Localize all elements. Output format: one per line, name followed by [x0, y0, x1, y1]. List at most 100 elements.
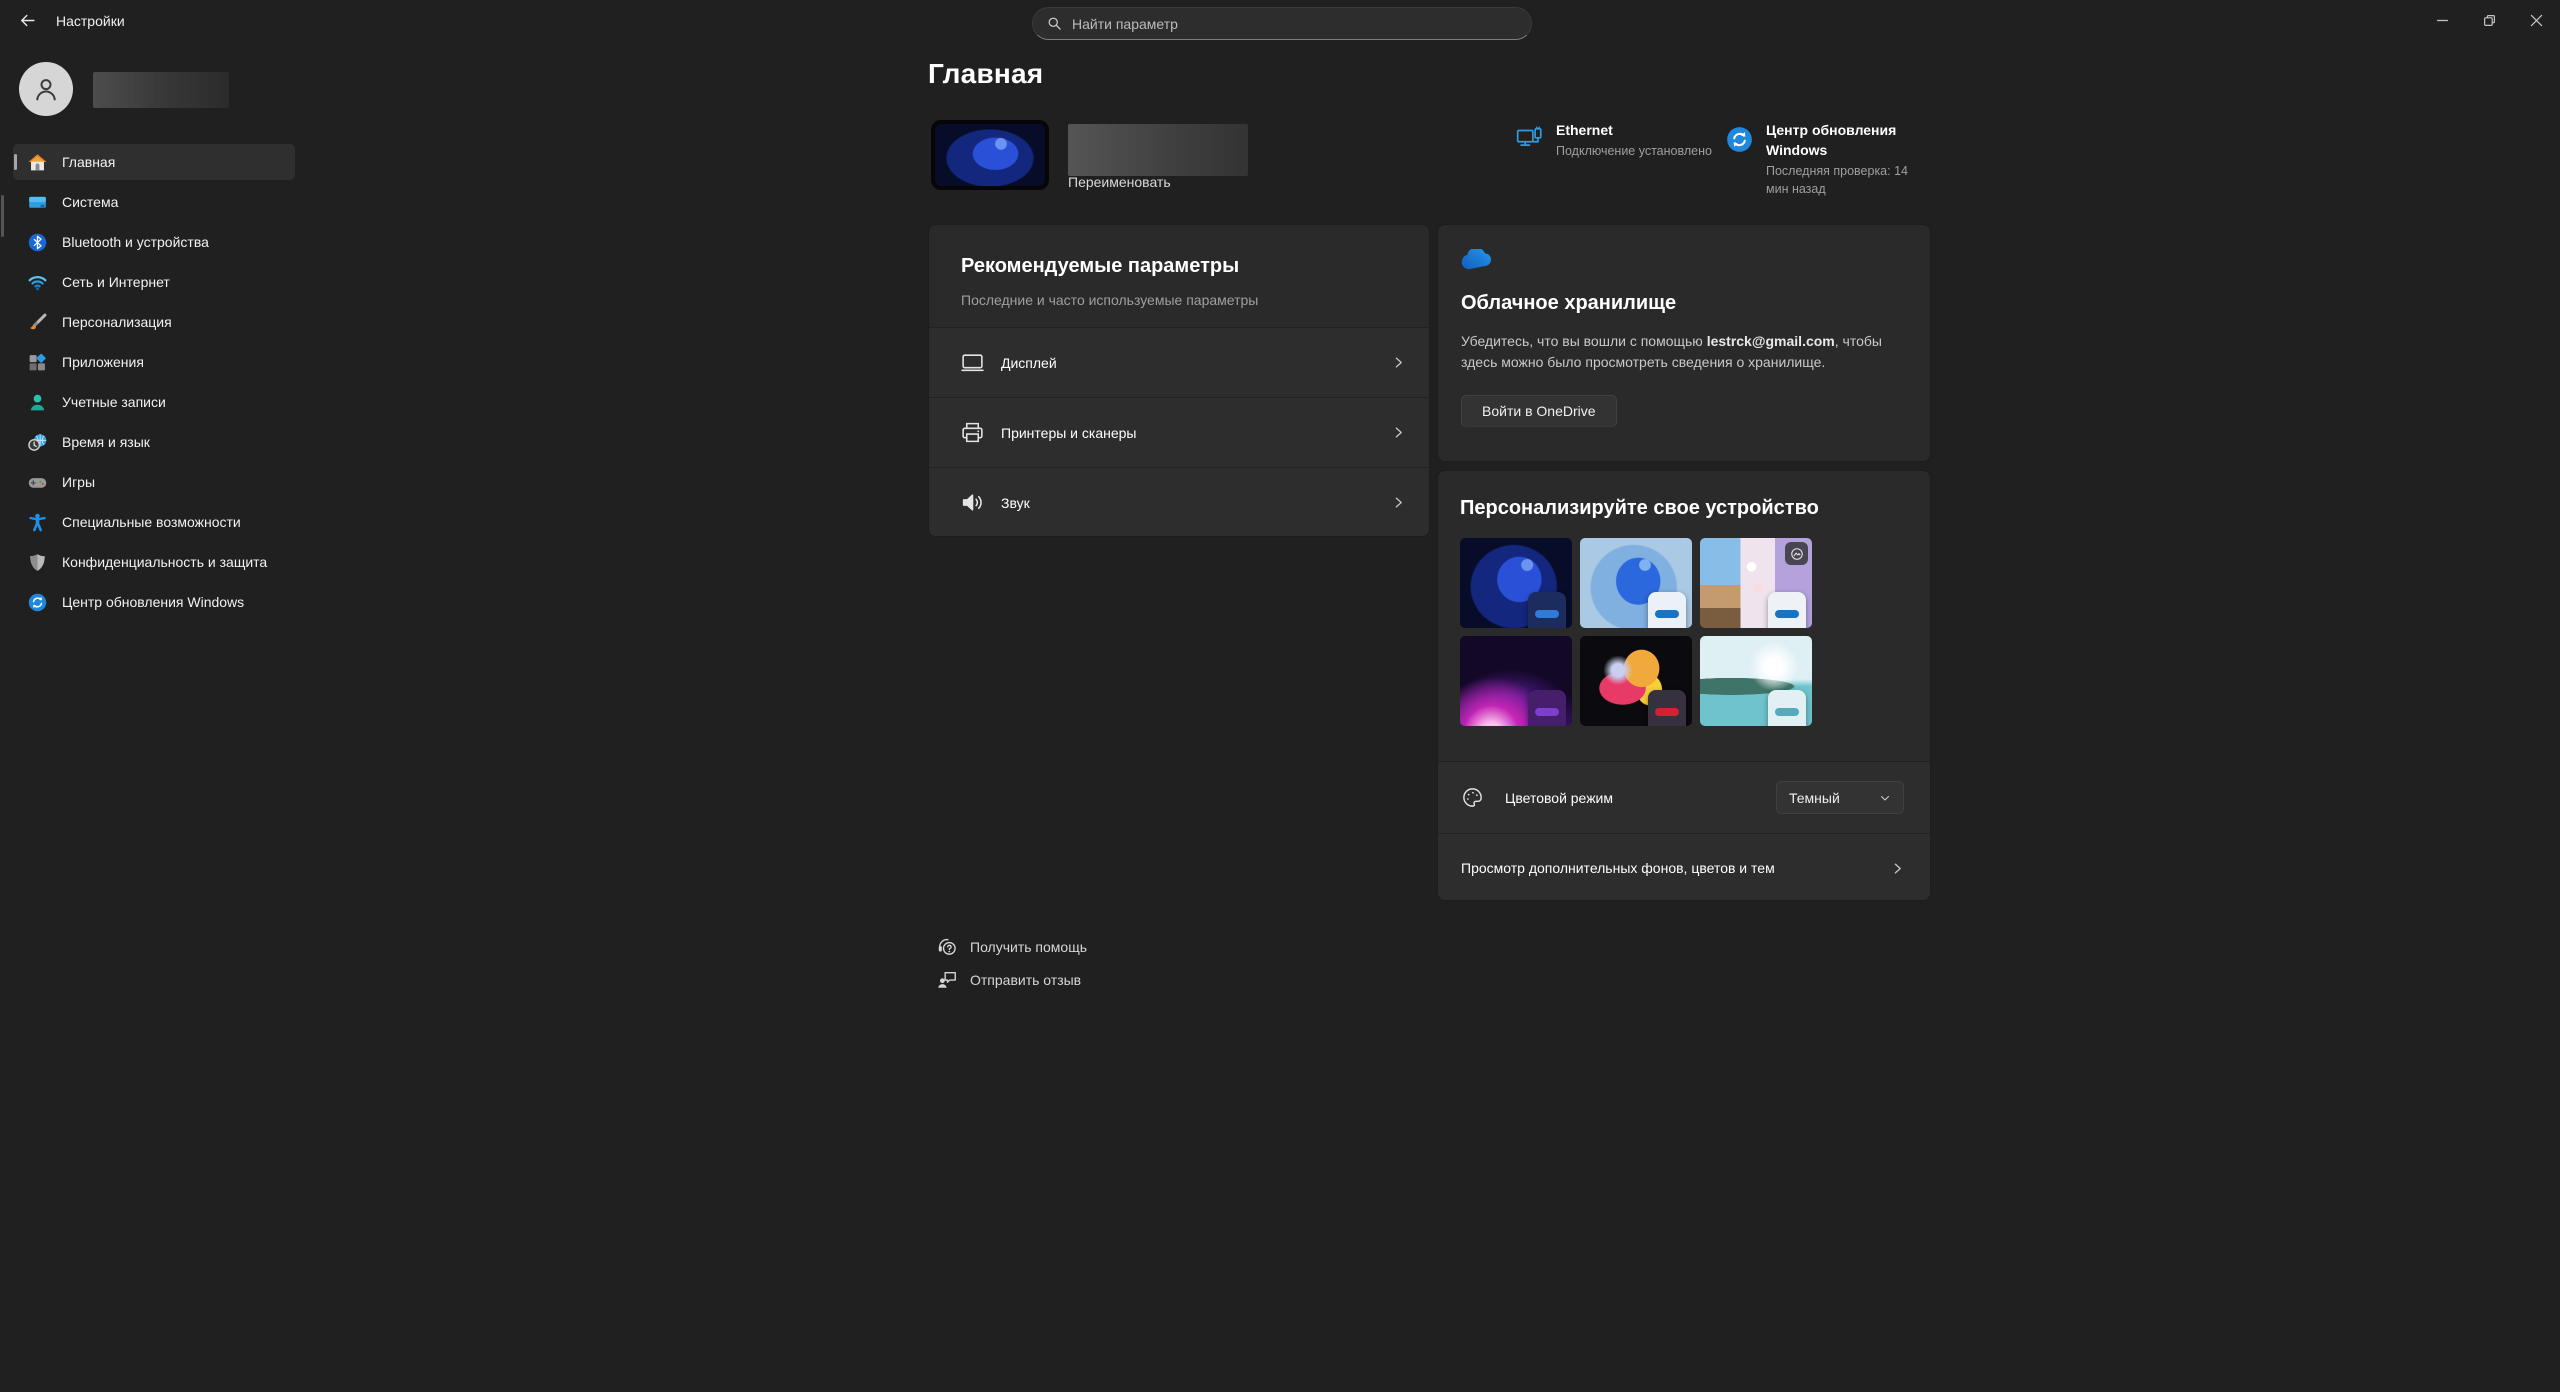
search-placeholder: Найти параметр: [1072, 16, 1178, 32]
sidebar-item-gaming[interactable]: Игры: [13, 464, 295, 500]
ethernet-status-card[interactable]: Ethernet Подключение установлено: [1516, 120, 1726, 160]
sidebar-item-label: Система: [62, 194, 118, 210]
sidebar-item-label: Главная: [62, 154, 115, 170]
cloud-storage-title: Облачное хранилище: [1461, 292, 1907, 315]
chevron-right-icon: [1891, 862, 1904, 875]
home-icon: [26, 151, 48, 173]
row-label: Дисплей: [1001, 355, 1392, 371]
rename-device-button[interactable]: Переименовать: [1068, 174, 1171, 190]
device-name-redacted: [1068, 124, 1248, 176]
chevron-right-icon: [1392, 426, 1405, 439]
sidebar-item-label: Специальные возможности: [62, 514, 241, 530]
shield-icon: [26, 551, 48, 573]
help-headset-icon: [935, 936, 959, 958]
theme-thumbnail-collage[interactable]: [1700, 538, 1812, 628]
time-language-icon: [26, 431, 48, 453]
browse-themes-label: Просмотр дополнительных фонов, цветов и …: [1461, 860, 1891, 876]
page-title: Главная: [928, 58, 1043, 90]
ethernet-title: Ethernet: [1556, 120, 1712, 140]
ethernet-icon: [1516, 126, 1546, 160]
back-arrow-icon: [19, 12, 36, 29]
search-icon: [1047, 16, 1062, 31]
sidebar-item-privacy[interactable]: Конфиденциальность и защита: [13, 544, 295, 580]
account-icon: [26, 391, 48, 413]
sidebar-item-apps[interactable]: Приложения: [13, 344, 295, 380]
recommended-subtitle: Последние и часто используемые параметры: [961, 292, 1397, 308]
theme-thumbnail-beach[interactable]: [1700, 636, 1812, 726]
cloud-storage-body: Убедитесь, что вы вошли с помощью lestrc…: [1461, 331, 1909, 373]
sidebar-item-accounts[interactable]: Учетные записи: [13, 384, 295, 420]
sidebar-item-label: Персонализация: [62, 314, 172, 330]
sidebar-item-label: Bluetooth и устройства: [62, 234, 209, 250]
palette-icon: [1461, 786, 1484, 809]
recommended-settings-card: Рекомендуемые параметры Последние и част…: [928, 224, 1430, 537]
personalize-title: Персонализируйте свое устройство: [1438, 471, 1930, 520]
minimize-button[interactable]: [2419, 0, 2466, 40]
sidebar-item-label: Учетные записи: [62, 394, 166, 410]
recommended-title: Рекомендуемые параметры: [961, 255, 1397, 278]
sign-in-onedrive-button[interactable]: Войти в OneDrive: [1461, 395, 1617, 427]
sidebar-item-label: Конфиденциальность и защита: [62, 554, 267, 570]
accessibility-icon: [26, 511, 48, 533]
printers-scanners-row[interactable]: Принтеры и сканеры: [929, 397, 1429, 467]
personalize-device-card: Персонализируйте свое устройство Цветово…: [1437, 470, 1931, 901]
ethernet-subtitle: Подключение установлено: [1556, 142, 1712, 160]
display-settings-row[interactable]: Дисплей: [929, 327, 1429, 397]
sidebar-item-time-language[interactable]: Время и язык: [13, 424, 295, 460]
bluetooth-icon: [26, 231, 48, 253]
theme-thumbnail-aurora[interactable]: [1460, 636, 1572, 726]
sidebar-item-windows-update[interactable]: Центр обновления Windows: [13, 584, 295, 620]
row-label: Принтеры и сканеры: [1001, 425, 1392, 441]
gamepad-icon: [26, 471, 48, 493]
theme-thumbnail-bloom-dark[interactable]: [1460, 538, 1572, 628]
windows-update-icon: [26, 591, 48, 613]
nav-scrollbar[interactable]: [1, 195, 4, 237]
chevron-right-icon: [1392, 496, 1405, 509]
send-feedback-link[interactable]: Отправить отзыв: [935, 969, 1081, 991]
app-title: Настройки: [56, 13, 125, 29]
send-feedback-label: Отправить отзыв: [970, 972, 1081, 988]
speaker-icon: [959, 490, 985, 515]
color-mode-value: Темный: [1789, 790, 1840, 806]
sidebar-item-system[interactable]: Система: [13, 184, 295, 220]
update-title: Центр обновления Windows: [1766, 120, 1931, 160]
theme-thumbnail-floral[interactable]: [1580, 636, 1692, 726]
sidebar-item-home[interactable]: Главная: [13, 144, 295, 180]
windows-update-status-card[interactable]: Центр обновления Windows Последняя прове…: [1726, 120, 1931, 198]
account-email: lestrck@gmail.com: [1707, 333, 1835, 349]
system-icon: [26, 191, 48, 213]
sidebar-item-label: Сеть и Интернет: [62, 274, 170, 290]
theme-grid: [1460, 538, 1930, 726]
sound-row[interactable]: Звук: [929, 467, 1429, 537]
settings-window: Настройки Найти параметр Главная: [0, 0, 2560, 1392]
printer-icon: [959, 420, 985, 445]
sidebar: Главная Система Bluetooth и устройства С…: [0, 41, 300, 1392]
search-input[interactable]: Найти параметр: [1032, 7, 1532, 40]
sidebar-item-personalization[interactable]: Персонализация: [13, 304, 295, 340]
browse-themes-row[interactable]: Просмотр дополнительных фонов, цветов и …: [1438, 833, 1930, 901]
onedrive-cloud-icon: [1461, 249, 1907, 270]
user-name-redacted: [93, 72, 229, 108]
color-mode-dropdown[interactable]: Темный: [1776, 781, 1904, 814]
sidebar-item-network[interactable]: Сеть и Интернет: [13, 264, 295, 300]
sidebar-item-label: Время и язык: [62, 434, 150, 450]
sidebar-item-bluetooth[interactable]: Bluetooth и устройства: [13, 224, 295, 260]
sidebar-nav: Главная Система Bluetooth и устройства С…: [13, 144, 295, 624]
slideshow-badge-icon: [1785, 542, 1808, 565]
color-mode-row: Цветовой режим Темный: [1438, 761, 1930, 833]
update-subtitle: Последняя проверка: 14 мин назад: [1766, 162, 1931, 198]
sidebar-item-label: Центр обновления Windows: [62, 594, 244, 610]
feedback-icon: [935, 969, 959, 991]
display-icon: [959, 350, 985, 375]
color-mode-label: Цветовой режим: [1505, 790, 1776, 806]
sidebar-item-accessibility[interactable]: Специальные возможности: [13, 504, 295, 540]
brush-icon: [26, 311, 48, 333]
get-help-label: Получить помощь: [970, 939, 1087, 955]
back-button[interactable]: [10, 4, 44, 36]
close-button[interactable]: [2513, 0, 2560, 40]
restore-button[interactable]: [2466, 0, 2513, 40]
user-avatar[interactable]: [19, 62, 73, 116]
chevron-down-icon: [1879, 792, 1891, 804]
get-help-link[interactable]: Получить помощь: [935, 936, 1087, 958]
theme-thumbnail-bloom-light[interactable]: [1580, 538, 1692, 628]
